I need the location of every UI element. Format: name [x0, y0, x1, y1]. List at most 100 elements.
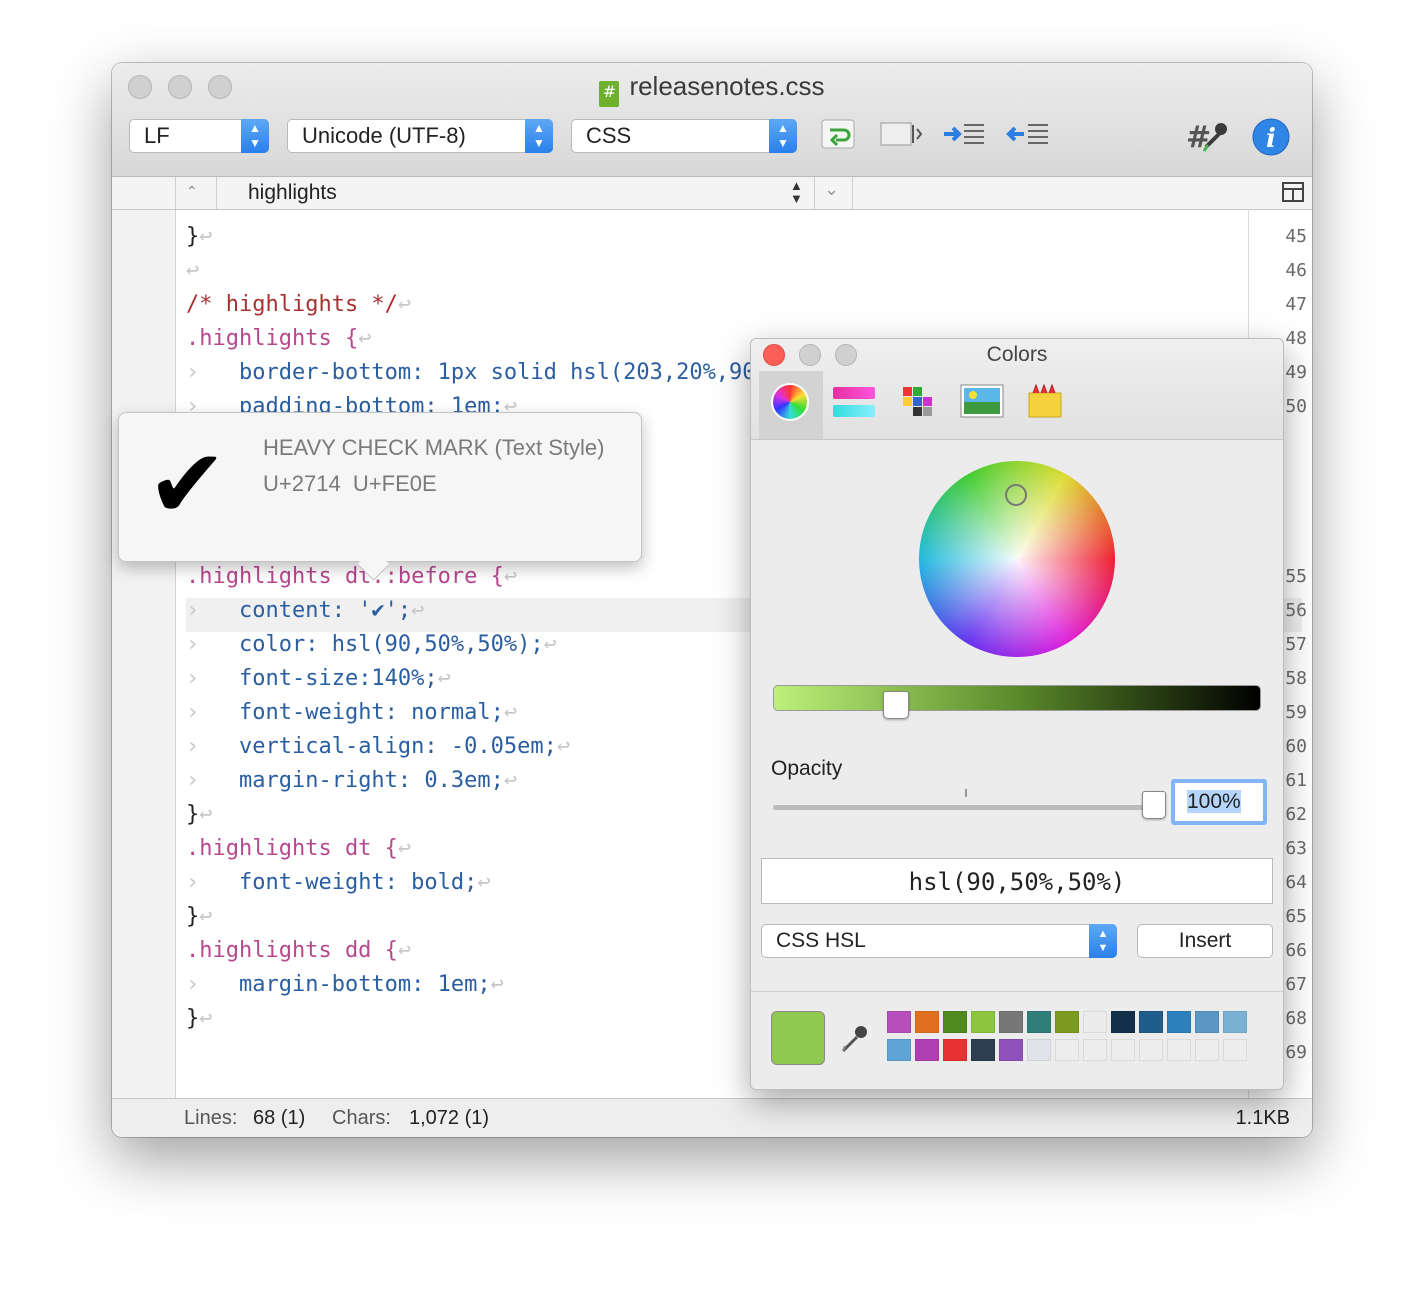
color-swatch[interactable] — [887, 1011, 911, 1033]
encoding-popup[interactable]: Unicode (UTF-8) ▲ ▼ — [287, 119, 553, 153]
insert-button[interactable]: Insert — [1137, 924, 1273, 958]
current-color-well[interactable] — [771, 1011, 825, 1065]
info-icon[interactable]: i — [1250, 117, 1292, 156]
code-line[interactable]: }↩ — [186, 220, 1286, 254]
color-swatch[interactable] — [1223, 1011, 1247, 1033]
code-text: color: hsl(90,50%,50%); — [238, 632, 544, 657]
opacity-slider[interactable] — [773, 805, 1153, 810]
color-swatch[interactable] — [1055, 1011, 1079, 1033]
color-swatch[interactable] — [1027, 1011, 1051, 1033]
color-swatch[interactable] — [887, 1039, 911, 1061]
color-format-value: CSS HSL — [776, 929, 866, 952]
shift-left-icon[interactable] — [1006, 117, 1048, 155]
color-swatch[interactable] — [1027, 1039, 1051, 1061]
color-swatch[interactable] — [1139, 1039, 1163, 1061]
code-text: font-weight: normal; — [238, 700, 504, 725]
status-bar: Lines: 68 (1) Chars: 1,072 (1) 1.1KB — [112, 1098, 1312, 1137]
code-text: content: '✔'; — [238, 598, 412, 623]
crosshair-icon[interactable] — [1005, 484, 1027, 506]
color-swatch[interactable] — [1167, 1011, 1191, 1033]
opacity-field[interactable]: 100% — [1171, 779, 1267, 825]
color-code-field[interactable]: hsl(90,50%,50%) — [761, 858, 1273, 904]
chevron-updown-icon: ▲ ▼ — [525, 119, 553, 153]
chars-label: Chars: — [332, 1107, 391, 1129]
code-line[interactable]: /* highlights */↩ — [186, 288, 1286, 322]
code-text: padding-bottom: 1em; — [238, 394, 504, 414]
opacity-label: Opacity — [771, 757, 843, 780]
code-text: margin-right: 0.3em; — [238, 768, 504, 793]
titlebar: # releasenotes.css LF ▲ ▼ Unicode (UTF-8) … — [112, 63, 1312, 177]
code-text: margin-bottom: 1em; — [238, 972, 491, 997]
character-codepoints: U+2714 U+FE0E — [263, 471, 437, 496]
color-swatch[interactable] — [1195, 1039, 1219, 1061]
color-swatch[interactable] — [943, 1039, 967, 1061]
outline-menu[interactable]: highlights — [248, 181, 337, 205]
encoding-value: Unicode (UTF-8) — [302, 123, 466, 148]
code-text: } — [186, 224, 200, 249]
opacity-value: 100% — [1187, 790, 1241, 813]
color-swatch[interactable] — [1195, 1011, 1219, 1033]
color-swatch[interactable] — [971, 1011, 995, 1033]
window-title: # releasenotes.css — [112, 71, 1312, 107]
code-text: .highlights { — [186, 326, 359, 351]
color-swatch[interactable] — [915, 1011, 939, 1033]
brightness-slider-thumb[interactable] — [882, 691, 909, 719]
color-swatch[interactable] — [915, 1039, 939, 1061]
file-size: 1.1KB — [1235, 1107, 1290, 1129]
color-swatch[interactable] — [1111, 1011, 1135, 1033]
invisibles-icon[interactable] — [879, 117, 923, 155]
divider — [175, 177, 176, 209]
eyedropper-icon[interactable] — [839, 1023, 869, 1060]
line-ending-popup[interactable]: LF ▲ ▼ — [129, 119, 269, 153]
chevron-down-icon[interactable]: ⌄ — [824, 179, 839, 200]
color-swatch[interactable] — [943, 1011, 967, 1033]
code-line[interactable]: ↩ — [186, 254, 1286, 288]
color-palettes-tab-icon[interactable] — [899, 381, 943, 421]
character-glyph: ✔ — [147, 428, 228, 540]
pencils-tab-icon[interactable] — [1025, 381, 1069, 421]
slider-tick — [965, 789, 967, 797]
code-text: } — [186, 1006, 200, 1031]
color-swatch[interactable] — [1111, 1039, 1135, 1061]
chevron-updown-icon: ▲ ▼ — [769, 119, 797, 153]
colors-title: Colors — [986, 343, 1048, 366]
split-view-icon[interactable] — [1282, 182, 1304, 202]
opacity-slider-thumb[interactable] — [1142, 791, 1166, 819]
color-swatch[interactable] — [1055, 1039, 1079, 1061]
code-text: font-weight: bold; — [238, 870, 478, 895]
line-ending-value: LF — [144, 123, 170, 148]
code-text: /* highlights */ — [186, 292, 398, 317]
divider — [852, 177, 853, 209]
color-swatch[interactable] — [1167, 1039, 1191, 1061]
code-text: vertical-align: -0.05em; — [238, 734, 557, 759]
chevron-updown-icon: ▲ ▼ — [241, 119, 269, 153]
chevron-updown-icon: ▲ ▼ — [1089, 924, 1117, 958]
code-text: .highlights dt { — [186, 836, 398, 861]
code-text: font-size:140%; — [238, 666, 438, 691]
chevron-up-icon[interactable]: ⌃ — [186, 183, 198, 200]
navigation-bar: ⌃ highlights ▲ ▼ ⌄ — [112, 177, 1312, 210]
divider — [751, 991, 1283, 992]
code-text: } — [186, 904, 200, 929]
line-number-gutter — [112, 210, 176, 1098]
svg-text:#: # — [1186, 120, 1211, 155]
color-swatch[interactable] — [1083, 1039, 1107, 1061]
color-format-popup[interactable]: CSS HSL ▲ ▼ — [761, 924, 1117, 958]
color-swatch[interactable] — [999, 1039, 1023, 1061]
wrap-lines-icon[interactable] — [817, 117, 859, 155]
shift-right-icon[interactable] — [942, 117, 984, 155]
code-text: } — [186, 802, 200, 827]
chevron-updown-icon[interactable]: ▲ ▼ — [790, 179, 803, 205]
color-code-icon[interactable]: # — [1184, 117, 1227, 155]
brightness-slider[interactable] — [773, 685, 1261, 711]
lines-value: 68 (1) — [253, 1107, 306, 1129]
color-swatch[interactable] — [971, 1039, 995, 1061]
color-swatch[interactable] — [1083, 1011, 1107, 1033]
color-wheel-tab-icon[interactable] — [769, 381, 813, 421]
image-palettes-tab-icon[interactable] — [959, 381, 1004, 421]
color-sliders-tab-icon[interactable] — [833, 381, 877, 421]
color-swatch[interactable] — [1223, 1039, 1247, 1061]
color-swatch[interactable] — [1139, 1011, 1163, 1033]
color-swatch[interactable] — [999, 1011, 1023, 1033]
syntax-popup[interactable]: CSS ▲ ▼ — [571, 119, 797, 153]
